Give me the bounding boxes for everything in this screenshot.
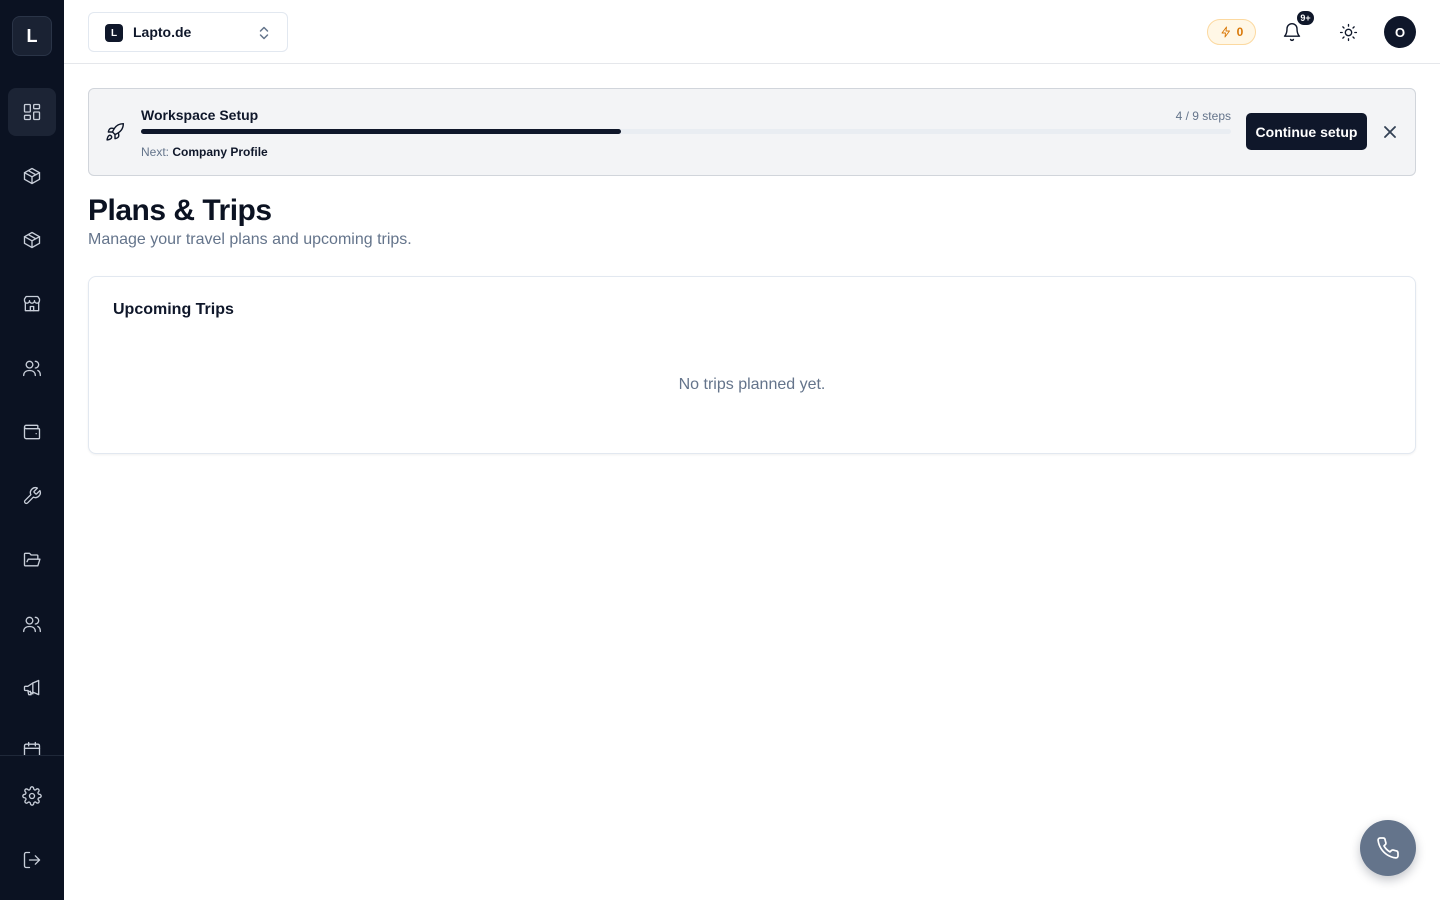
user-avatar[interactable]: O xyxy=(1384,16,1416,48)
workspace-badge: L xyxy=(105,24,123,42)
rocket-icon xyxy=(105,122,127,144)
credits-count: 0 xyxy=(1236,25,1244,39)
topbar: L Lapto.de 0 9+ O xyxy=(64,0,1440,64)
sidebar-item-tools[interactable] xyxy=(8,472,56,520)
sidebar-item-products[interactable] xyxy=(8,152,56,200)
notifications-count-badge: 9+ xyxy=(1296,10,1315,26)
package-icon xyxy=(23,231,41,249)
setup-next-step: Next: Company Profile xyxy=(141,145,268,159)
continue-setup-button[interactable]: Continue setup xyxy=(1246,113,1367,150)
workspace-name: Lapto.de xyxy=(133,24,192,40)
page-title: Plans & Trips xyxy=(88,194,272,227)
chevrons-up-down-icon xyxy=(257,25,271,41)
setup-next-value: Company Profile xyxy=(172,145,268,159)
workspace-selector[interactable]: L Lapto.de xyxy=(88,12,288,52)
megaphone-icon xyxy=(23,679,40,696)
setup-title: Workspace Setup xyxy=(141,107,259,123)
gear-icon xyxy=(22,786,42,806)
sidebar-item-team[interactable] xyxy=(8,600,56,648)
setup-next-label: Next: xyxy=(141,145,170,159)
sidebar-item-files[interactable] xyxy=(8,536,56,584)
setup-steps-count: 4 / 9 steps xyxy=(1175,109,1231,123)
lightning-icon xyxy=(1221,26,1230,38)
setup-progress-bar xyxy=(141,129,1231,134)
brand-logo[interactable]: L xyxy=(12,16,52,56)
sidebar-item-inventory[interactable] xyxy=(8,216,56,264)
dashboard-grid-icon xyxy=(23,103,41,121)
users-icon xyxy=(23,360,41,377)
empty-state-text: No trips planned yet. xyxy=(678,376,826,393)
sidebar-item-store[interactable] xyxy=(8,280,56,328)
store-icon xyxy=(23,295,41,312)
bell-icon xyxy=(1283,23,1301,42)
sun-icon xyxy=(1339,23,1357,41)
workspace-setup-banner: Workspace Setup 4 / 9 steps Next: Compan… xyxy=(88,88,1416,176)
wallet-icon xyxy=(23,424,41,440)
sidebar-item-dashboard[interactable] xyxy=(8,88,56,136)
phone-icon xyxy=(1377,837,1399,859)
theme-toggle-button[interactable] xyxy=(1336,20,1360,44)
users-icon xyxy=(23,616,41,633)
sidebar-item-finance[interactable] xyxy=(8,408,56,456)
sidebar-item-settings[interactable] xyxy=(8,772,56,820)
sidebar-item-calendar[interactable] xyxy=(8,738,56,756)
package-icon xyxy=(23,167,41,185)
wrench-icon xyxy=(23,487,41,505)
sidebar: L xyxy=(0,0,64,900)
sidebar-divider xyxy=(0,755,64,756)
setup-progress-fill xyxy=(141,129,621,134)
credits-badge[interactable]: 0 xyxy=(1207,19,1256,45)
logout-icon xyxy=(23,851,41,869)
page-subtitle: Manage your travel plans and upcoming tr… xyxy=(88,231,412,248)
upcoming-trips-card: Upcoming Trips No trips planned yet. xyxy=(88,276,1416,454)
calendar-icon xyxy=(23,741,41,756)
close-icon[interactable] xyxy=(1383,125,1399,141)
card-title: Upcoming Trips xyxy=(113,301,234,318)
sidebar-item-logout[interactable] xyxy=(8,836,56,884)
call-support-button[interactable] xyxy=(1360,820,1416,876)
folder-open-icon xyxy=(23,552,41,567)
sidebar-item-customers[interactable] xyxy=(8,344,56,392)
sidebar-item-marketing[interactable] xyxy=(8,664,56,712)
